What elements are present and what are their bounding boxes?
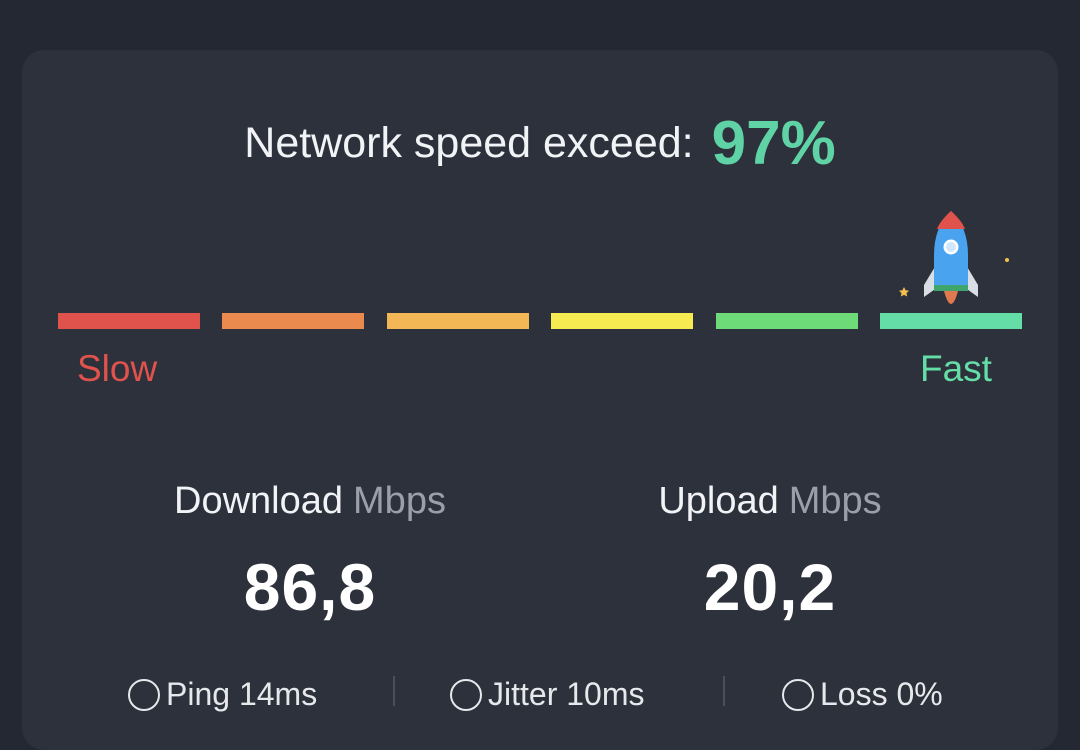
stat-divider-1 — [393, 676, 395, 706]
download-value: 86,8 — [243, 550, 377, 624]
stat-divider-2 — [723, 676, 725, 706]
loss-text: Loss 0% — [820, 676, 943, 712]
download-title: Download Mbps — [100, 480, 520, 523]
network-speed-headline: Network speed exceed: 97% — [0, 108, 1080, 179]
loss-icon — [782, 678, 814, 711]
slow-label: Slow — [77, 348, 158, 389]
upload-unit: Mbps — [788, 480, 882, 522]
ping-text: Ping 14ms — [166, 676, 318, 712]
speed-percent: 97% — [711, 109, 836, 178]
upload-title: Upload Mbps — [560, 480, 980, 523]
upload-value: 20,2 — [703, 550, 837, 624]
jitter-stat: Jitter 10ms — [450, 676, 644, 713]
scale-segment-5 — [716, 313, 858, 329]
download-unit: Mbps — [353, 480, 446, 522]
download-metric: Download Mbps 86,8 — [100, 480, 520, 625]
fast-label: Fast — [920, 348, 992, 389]
scale-segment-2 — [222, 313, 364, 329]
jitter-icon — [450, 678, 482, 711]
headline-label: Network speed exceed: — [244, 119, 694, 167]
upload-metric: Upload Mbps 20,2 — [560, 480, 980, 625]
download-label: Download — [174, 480, 344, 522]
loss-stat: Loss 0% — [782, 676, 943, 713]
ping-stat: Ping 14ms — [128, 676, 317, 713]
scale-segment-1 — [58, 313, 200, 329]
scale-segment-4 — [551, 313, 693, 329]
rocket-icon — [899, 211, 1009, 304]
jitter-text: Jitter 10ms — [488, 676, 645, 712]
scale-segment-3 — [387, 313, 529, 329]
ping-icon — [128, 678, 160, 711]
upload-label: Upload — [658, 480, 779, 522]
